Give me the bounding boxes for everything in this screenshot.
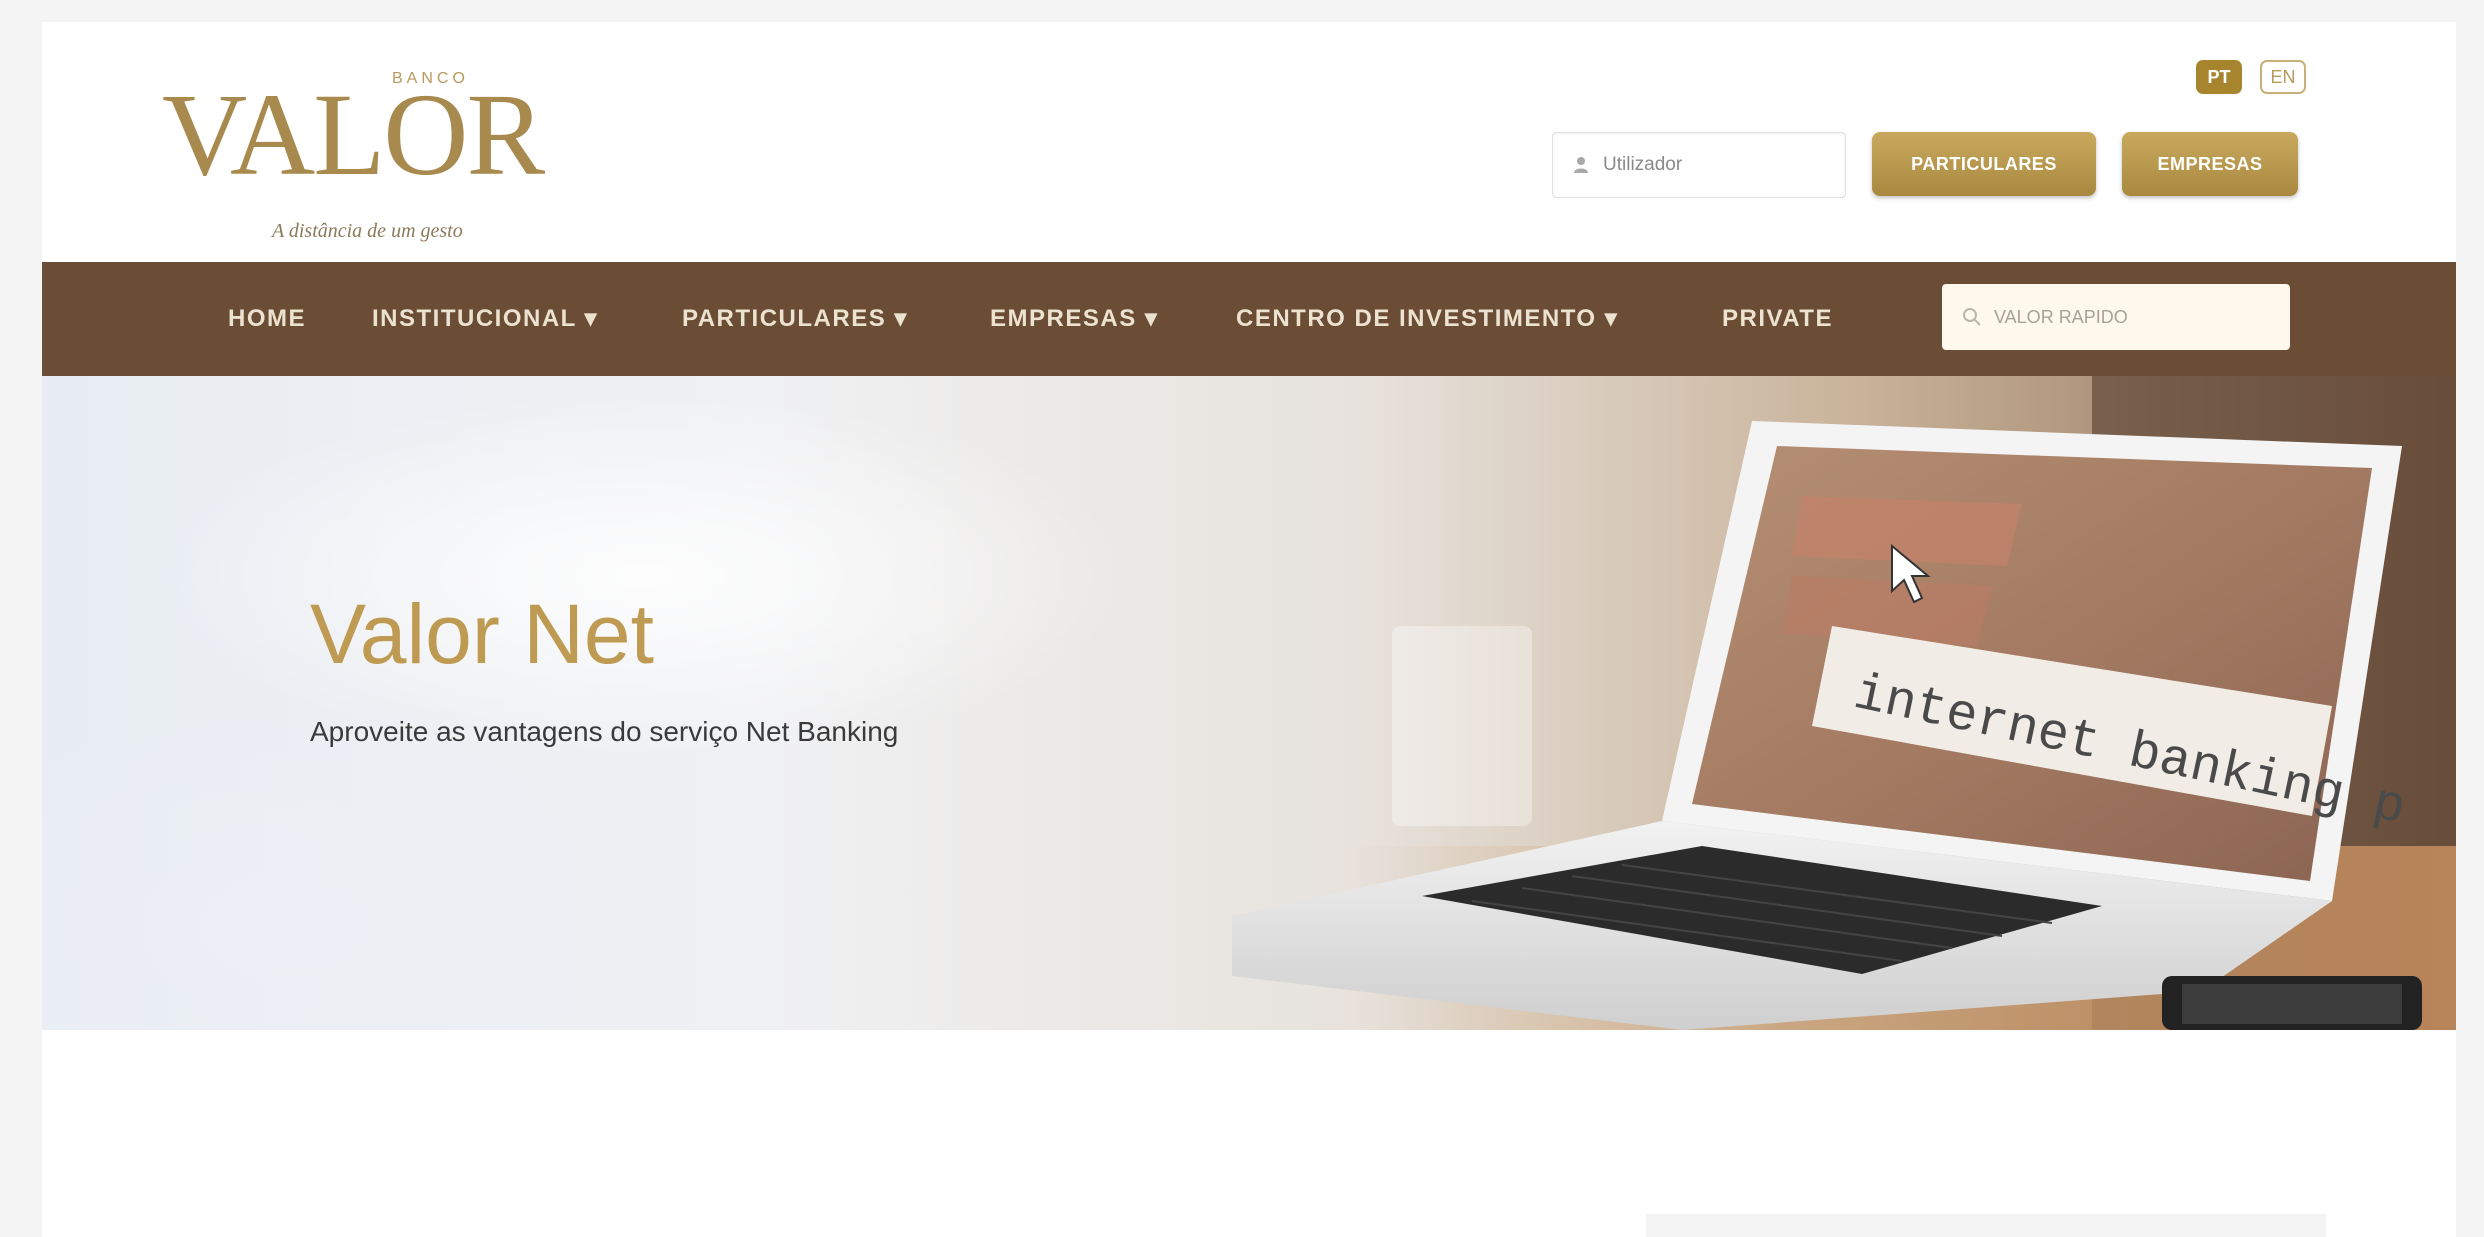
- logo-tagline: A distância de um gesto: [272, 220, 463, 242]
- hero-subtitle: Aproveite as vantagens do serviço Net Ba…: [310, 716, 899, 747]
- user-field[interactable]: [1552, 132, 1846, 198]
- quick-search[interactable]: [1942, 284, 2290, 350]
- logo-wordmark: VALOR: [162, 69, 545, 200]
- hero-laptop-image: internet banking p: [1232, 376, 2456, 1030]
- sidebar-panel: [1646, 1214, 2326, 1237]
- user-icon: [1561, 133, 1601, 197]
- nav-private[interactable]: PRIVATE: [1722, 262, 1833, 376]
- page: BANCO VALOR A distância de um gesto PT E…: [42, 22, 2456, 1237]
- hero-title: Valor Net: [310, 587, 654, 681]
- lang-pt-button[interactable]: PT: [2196, 60, 2242, 94]
- nav-empresas[interactable]: EMPRESAS ▾: [990, 262, 1158, 376]
- nav-institucional[interactable]: INSTITUCIONAL ▾: [372, 262, 598, 376]
- site-header: BANCO VALOR A distância de um gesto PT E…: [42, 22, 2456, 262]
- quick-search-input[interactable]: [1992, 305, 2266, 329]
- nav-home[interactable]: HOME: [228, 262, 306, 376]
- empresas-login-button[interactable]: EMPRESAS: [2122, 132, 2298, 196]
- lang-en-button[interactable]: EN: [2260, 60, 2306, 94]
- hero-banner: internet banking p Valor Net Aproveite a…: [42, 376, 2456, 1030]
- username-input[interactable]: [1601, 153, 1825, 177]
- main-navigation: HOME INSTITUCIONAL ▾ PARTICULARES ▾ EMPR…: [42, 262, 2456, 376]
- banco-valor-logo[interactable]: BANCO VALOR A distância de um gesto: [162, 62, 545, 262]
- nav-particulares[interactable]: PARTICULARES ▾: [682, 262, 908, 376]
- language-switcher: PT EN: [2196, 60, 2306, 94]
- search-icon: [1952, 284, 1992, 350]
- content-area: [42, 1030, 2456, 1237]
- particulares-login-button[interactable]: PARTICULARES: [1872, 132, 2096, 196]
- nav-centro-de-investimento[interactable]: CENTRO DE INVESTIMENTO ▾: [1236, 262, 1618, 376]
